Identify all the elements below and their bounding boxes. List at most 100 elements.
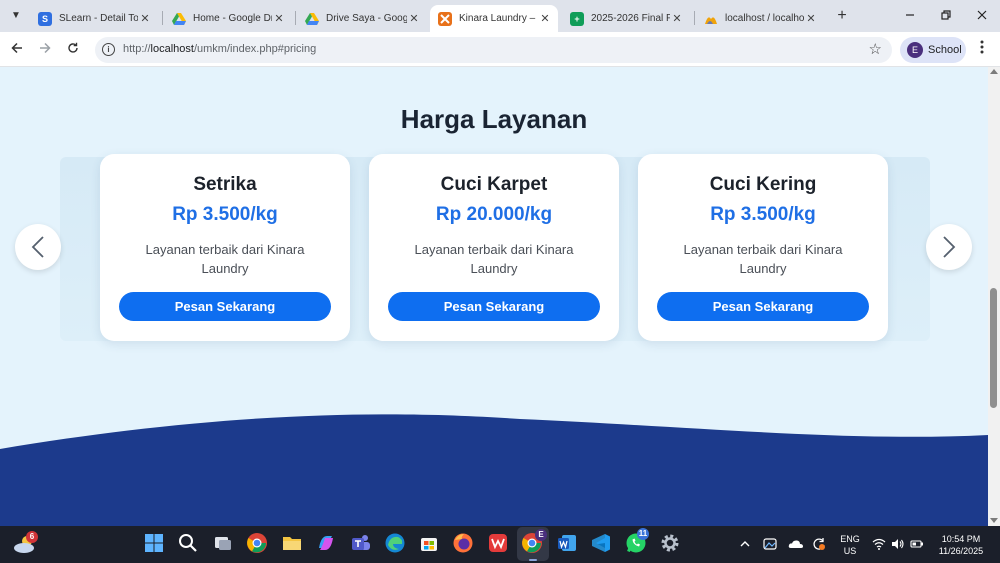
url-host: localhost [150, 43, 194, 55]
sync-status-icon[interactable] [812, 537, 826, 551]
copilot-icon[interactable] [315, 532, 339, 556]
order-now-button[interactable]: Pesan Sekarang [119, 292, 331, 321]
browser-menu-button[interactable] [974, 40, 990, 60]
carousel-prev-button[interactable] [15, 224, 61, 270]
page-scrollbar[interactable] [988, 67, 1000, 526]
address-bar[interactable]: i http://localhost/umkm/index.php#pricin… [95, 37, 892, 63]
windows-start-icon[interactable] [143, 532, 167, 556]
back-button[interactable] [7, 39, 27, 59]
bookmark-star-icon[interactable]: ☆ [869, 40, 882, 58]
scroll-down-arrow-icon[interactable] [990, 518, 998, 523]
profile-label: School [928, 44, 962, 56]
close-icon[interactable]: ✕ [804, 12, 818, 25]
browser-toolbar: i http://localhost/umkm/index.php#pricin… [0, 32, 1000, 67]
close-icon[interactable]: ✕ [538, 12, 552, 25]
restore-window-button[interactable] [934, 6, 958, 26]
close-icon[interactable]: ✕ [670, 12, 684, 25]
pricing-card-cuci-kering: Cuci Kering Rp 3.500/kg Layanan terbaik … [638, 154, 888, 341]
profile-button[interactable]: E School [900, 37, 966, 63]
pricing-card-cuci-karpet: Cuci Karpet Rp 20.000/kg Layanan terbaik… [369, 154, 619, 341]
reload-icon [68, 42, 78, 53]
weather-widget-icon[interactable]: 6 [12, 531, 38, 557]
tab-final-project-sheet[interactable]: + 2025-2026 Final Project ✕ [562, 5, 690, 32]
site-info-icon[interactable]: i [102, 43, 115, 56]
chrome-taskbar-icon[interactable] [246, 532, 270, 556]
order-now-button[interactable]: Pesan Sekarang [388, 292, 600, 321]
keyboard-region: US [843, 546, 857, 556]
close-icon[interactable]: ✕ [272, 12, 286, 25]
forward-button[interactable] [35, 39, 55, 59]
chevron-up-icon[interactable] [738, 537, 752, 551]
reload-button[interactable] [63, 39, 83, 59]
order-now-button[interactable]: Pesan Sekarang [657, 292, 869, 321]
teams-icon[interactable] [350, 532, 374, 556]
service-price: Rp 3.500/kg [710, 204, 816, 225]
google-sheets-favicon-icon: + [570, 11, 584, 26]
profile-badge: E [535, 529, 547, 541]
tab-slearn[interactable]: S SLearn - Detail Topik ✕ [30, 5, 158, 32]
tab-separator [694, 11, 695, 25]
pricing-section: Harga Layanan Setrika Rp 3.500/kg Layana… [0, 67, 988, 526]
close-icon[interactable]: ✕ [407, 12, 421, 25]
service-description: Layanan terbaik dari Kinara Laundry [683, 242, 843, 276]
back-arrow-icon [11, 42, 22, 54]
service-name: Cuci Karpet [440, 174, 548, 195]
search-icon[interactable] [177, 532, 201, 556]
google-drive-favicon-icon [172, 12, 186, 26]
tab-google-drive-home[interactable]: Home - Google Drive ✕ [164, 5, 292, 32]
url-path: /umkm/index.php#pricing [193, 43, 317, 55]
windows-taskbar: 6 E 11 ENG US 10:54 PM 11/26/2025 [0, 526, 1000, 563]
section-title: Harga Layanan [400, 104, 588, 134]
onedrive-cloud-icon[interactable] [788, 537, 803, 551]
language-indicator[interactable]: ENG US [836, 533, 864, 557]
volume-icon[interactable] [891, 537, 905, 551]
clock-date: 11/26/2025 [938, 546, 984, 556]
tab-label: Home - Google Drive [193, 13, 272, 24]
settings-gear-icon[interactable] [659, 532, 683, 556]
vscode-icon[interactable] [590, 532, 614, 556]
whatsapp-icon[interactable]: 11 [625, 528, 649, 556]
url-text[interactable]: http://localhost/umkm/index.php#pricing [123, 43, 316, 55]
service-description: Layanan terbaik dari Kinara Laundry [414, 242, 574, 276]
file-explorer-icon[interactable] [281, 532, 305, 556]
word-icon[interactable] [556, 532, 580, 556]
photos-tray-icon[interactable] [763, 537, 777, 551]
scrollbar-thumb[interactable] [990, 288, 997, 408]
avatar: E [907, 42, 923, 58]
service-name: Setrika [193, 174, 257, 195]
tab-search-chevron-icon[interactable]: ▼ [6, 6, 26, 26]
active-app-indicator [529, 559, 537, 561]
more-vertical-icon [980, 40, 984, 54]
service-price: Rp 20.000/kg [435, 204, 553, 225]
edge-icon[interactable] [384, 532, 408, 556]
tab-separator [162, 11, 163, 25]
clock[interactable]: 10:54 PM 11/26/2025 [930, 533, 992, 557]
tab-label: 2025-2026 Final Project [591, 13, 670, 24]
close-icon[interactable]: ✕ [138, 12, 152, 25]
tab-separator [295, 11, 296, 25]
tab-phpmyadmin-localhost[interactable]: localhost / localhost ✕ [696, 5, 824, 32]
service-description: Layanan terbaik dari Kinara Laundry [145, 242, 305, 276]
carousel-next-button[interactable] [926, 224, 972, 270]
tab-label: localhost / localhost [725, 13, 804, 24]
google-drive-favicon-icon [305, 12, 319, 26]
chevron-left-icon [31, 236, 44, 258]
task-view-icon[interactable] [212, 532, 236, 556]
battery-icon[interactable] [910, 537, 924, 551]
wps-office-icon[interactable] [487, 532, 511, 556]
chrome-profile-taskbar-icon[interactable]: E [521, 529, 547, 556]
close-window-button[interactable] [970, 6, 994, 26]
scroll-up-arrow-icon[interactable] [990, 69, 998, 74]
firefox-icon[interactable] [452, 532, 476, 556]
new-tab-button[interactable]: + [832, 6, 852, 26]
minimize-window-button[interactable] [898, 6, 922, 26]
forward-arrow-icon [40, 42, 51, 54]
footer-wave [0, 414, 988, 526]
wifi-icon[interactable] [872, 537, 886, 551]
tab-drive-saya[interactable]: Drive Saya - Google Drive ✕ [297, 5, 427, 32]
clock-time: 10:54 PM [941, 534, 981, 544]
microsoft-store-icon[interactable] [418, 532, 442, 556]
tab-kinara-laundry[interactable]: Kinara Laundry – Laundry ✕ [430, 5, 558, 32]
tab-label: SLearn - Detail Topik [59, 13, 138, 24]
slearn-favicon-icon: S [38, 11, 52, 26]
